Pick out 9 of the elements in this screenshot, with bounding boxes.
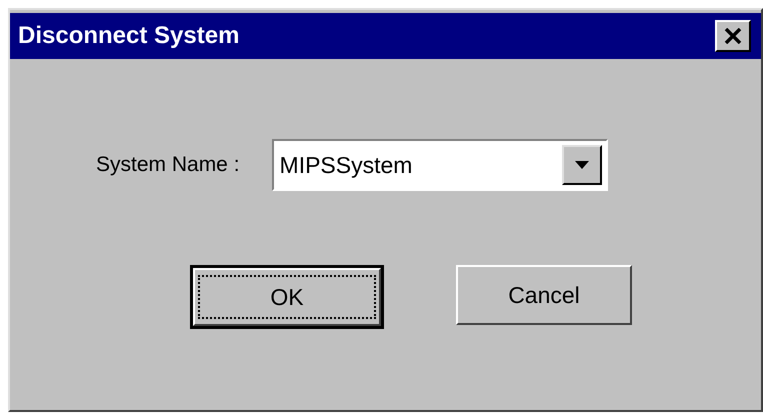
field-label: System Name : <box>96 153 240 177</box>
window-title: Disconnect System <box>18 22 240 50</box>
close-icon <box>724 28 742 44</box>
system-name-dropdown[interactable]: MIPSSystem <box>272 139 608 191</box>
caret-icon <box>574 161 589 169</box>
dialog-button[interactable]: Cancel <box>456 265 632 325</box>
close-button[interactable] <box>715 20 751 52</box>
dropdown-button[interactable] <box>562 145 602 185</box>
dialog-button[interactable]: OK <box>190 265 384 329</box>
